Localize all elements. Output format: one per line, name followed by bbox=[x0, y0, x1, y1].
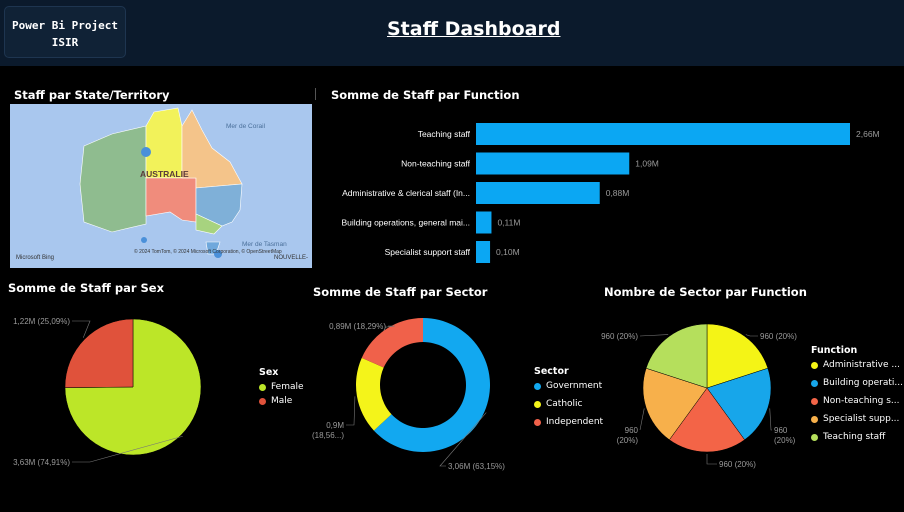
map-marker[interactable] bbox=[141, 237, 147, 243]
legend-label: Building operati... bbox=[823, 378, 903, 388]
legend-label: Specialist supp... bbox=[823, 414, 900, 424]
legend-item[interactable]: Specialist supp... bbox=[811, 414, 899, 424]
project-org: ISIR bbox=[51, 36, 79, 49]
legend-label: Teaching staff bbox=[823, 432, 886, 442]
legend-dot bbox=[811, 379, 818, 387]
leader-line bbox=[745, 334, 758, 337]
pie-data-label: (20%) bbox=[617, 436, 639, 445]
bing-logo: Microsoft Bing bbox=[16, 255, 54, 261]
legend-item[interactable]: Teaching staff bbox=[811, 432, 885, 442]
project-badge: Power Bi Project ISIR bbox=[4, 6, 126, 58]
map-marker[interactable] bbox=[141, 147, 151, 157]
map-label-tasman: Mer de Tasman bbox=[242, 241, 287, 248]
bar-category-label: Specialist support staff bbox=[385, 247, 471, 257]
bar-data-label: 1,09M bbox=[635, 159, 659, 169]
legend-item[interactable]: Independent bbox=[534, 417, 603, 427]
pie-data-label: 960 (20%) bbox=[760, 332, 797, 341]
project-name: Power Bi Project bbox=[12, 19, 118, 32]
legend-dot bbox=[811, 415, 818, 423]
pie-data-label: 3,63M (74,91%) bbox=[13, 458, 70, 467]
leader-line bbox=[639, 408, 645, 431]
pie-data-label: 960 bbox=[625, 426, 639, 435]
bar-category-label: Teaching staff bbox=[418, 129, 471, 139]
map-canvas: AUSTRALIE Mer de Corail Mer de Tasman NO… bbox=[10, 104, 312, 268]
bar-chart: Teaching staff 2,66M Non-teaching staff 1,0… bbox=[341, 123, 880, 263]
legend-item[interactable]: Administrative ... bbox=[811, 360, 900, 370]
leader-line bbox=[72, 320, 91, 338]
bar-chart-title: Somme de Staff par Function bbox=[331, 88, 520, 102]
legend-dot bbox=[811, 361, 818, 369]
leader-line bbox=[639, 334, 669, 337]
pie-data-label: 960 bbox=[774, 426, 788, 435]
sector-donut-chart: 3,06M (63,15%) 0,9M(18,56...) 0,89M (18,29… bbox=[312, 318, 505, 471]
pie-data-label: 960 (20%) bbox=[719, 460, 756, 469]
leader-line bbox=[346, 396, 356, 426]
sex-chart-title: Somme de Staff par Sex bbox=[8, 281, 165, 295]
leader-line bbox=[769, 408, 772, 431]
staff-map[interactable]: AUSTRALIE Mer de Corail Mer de Tasman NO… bbox=[10, 104, 312, 268]
legend-dot bbox=[534, 418, 541, 426]
divider bbox=[315, 88, 316, 100]
bar-category-label: Administrative & clerical staff (In... bbox=[342, 188, 470, 198]
legend-dot bbox=[259, 397, 266, 405]
legend-item[interactable]: Catholic bbox=[534, 399, 583, 409]
pie-data-label: (20%) bbox=[774, 436, 796, 445]
map-attribution: © 2024 TomTom, © 2024 Microsoft Corporat… bbox=[134, 248, 282, 255]
sex-legend-title: Sex bbox=[259, 367, 279, 378]
legend-item[interactable]: Female bbox=[259, 382, 304, 392]
map-label-country: AUSTRALIE bbox=[140, 169, 189, 179]
bar[interactable] bbox=[476, 182, 600, 204]
page-title: Staff Dashboard bbox=[387, 18, 561, 40]
dashboard-header: Power Bi Project ISIR Staff Dashboard bbox=[0, 0, 904, 66]
legend-dot bbox=[534, 400, 541, 408]
legend-label: Non-teaching s... bbox=[823, 396, 900, 406]
pie-data-label: 3,06M (63,15%) bbox=[448, 462, 505, 471]
legend-label: Government bbox=[546, 381, 603, 391]
legend-item[interactable]: Government bbox=[534, 381, 602, 391]
legend-item[interactable]: Male bbox=[259, 396, 292, 406]
bar[interactable] bbox=[476, 152, 630, 175]
leader-line bbox=[706, 454, 717, 465]
legend-label: Catholic bbox=[546, 399, 583, 409]
sector-legend-title: Sector bbox=[534, 366, 569, 377]
bar-data-label: 2,66M bbox=[856, 129, 880, 139]
sector-chart-title: Somme de Staff par Sector bbox=[313, 285, 488, 299]
map-label-nz: NOUVELLE- bbox=[274, 255, 308, 261]
pie-data-label: 0,9M bbox=[326, 421, 344, 430]
legend-label: Female bbox=[271, 382, 304, 392]
function-chart-title: Nombre de Sector par Function bbox=[604, 285, 807, 299]
bar-data-label: 0,88M bbox=[606, 188, 630, 198]
legend-dot bbox=[811, 397, 818, 405]
legend-dot bbox=[259, 383, 266, 391]
function-pie-chart: 960 (20%)960(20%)960 (20%)960(20%)960 (2… bbox=[601, 323, 797, 469]
bar-data-label: 0,11M bbox=[497, 218, 520, 228]
pie-slice[interactable] bbox=[64, 318, 134, 388]
pie-data-label: (18,56...) bbox=[312, 431, 344, 440]
pie-data-label: 0,89M (18,29%) bbox=[329, 322, 386, 331]
map-title: Staff par State/Territory bbox=[14, 88, 170, 102]
legend-dot bbox=[534, 382, 541, 390]
bar-category-label: Non-teaching staff bbox=[401, 159, 470, 169]
bar-data-label: 0,10M bbox=[496, 247, 520, 257]
legend-dot bbox=[811, 433, 818, 441]
bar-category-label: Building operations, general mai... bbox=[341, 218, 470, 228]
legend-item[interactable]: Building operati... bbox=[811, 378, 903, 388]
bar[interactable] bbox=[476, 123, 850, 145]
function-legend-title: Function bbox=[811, 345, 858, 356]
bar[interactable] bbox=[476, 211, 492, 234]
state-nt[interactable] bbox=[145, 107, 183, 179]
pie-data-label: 1,22M (25,09%) bbox=[13, 317, 70, 326]
pie-data-label: 960 (20%) bbox=[601, 332, 638, 341]
map-label-coral: Mer de Corail bbox=[226, 123, 266, 130]
legend-item[interactable]: Non-teaching s... bbox=[811, 396, 899, 406]
bar[interactable] bbox=[476, 241, 491, 263]
legend-label: Administrative ... bbox=[823, 360, 900, 370]
sex-pie-chart: 3,63M (74,91%) 1,22M (25,09%) bbox=[13, 317, 202, 467]
legend-label: Male bbox=[271, 396, 293, 406]
legend-label: Independent bbox=[546, 417, 604, 427]
